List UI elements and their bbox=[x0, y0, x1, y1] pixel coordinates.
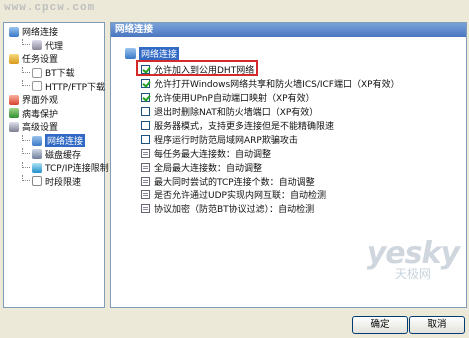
checkbox-unchecked[interactable] bbox=[141, 121, 150, 130]
option-checkbox-row[interactable]: 服务器模式，支持更多连接但是不能精确限速 bbox=[141, 119, 461, 133]
advanced-icon bbox=[9, 121, 19, 132]
option-label: 程序运行时防范局域网ARP欺骗攻击 bbox=[154, 135, 298, 146]
tree-connector bbox=[22, 134, 30, 141]
option-label: 协议加密（防范BT协议过滤）：自动检测 bbox=[154, 205, 315, 216]
tree-connector bbox=[22, 80, 30, 87]
options-root-label: 网络连接 bbox=[139, 47, 180, 60]
option-label: 退出时删除NAT和防火墙端口（XP有效） bbox=[154, 108, 319, 119]
option-label: 全局最大连接数：自动调整 bbox=[154, 163, 263, 174]
tree-item-0[interactable]: 网络连接 bbox=[6, 25, 104, 39]
tree-item-3[interactable]: BT下载 bbox=[6, 66, 104, 80]
tree-item-10[interactable]: TCP/IP连接限制 bbox=[6, 161, 109, 175]
option-setting-row[interactable]: 全局最大连接数：自动调整 bbox=[141, 160, 461, 174]
network-icon bbox=[125, 48, 136, 59]
network-icon bbox=[32, 135, 42, 146]
checkbox-unchecked[interactable] bbox=[141, 107, 150, 117]
watermark-top: www.cpcw.com bbox=[4, 2, 96, 14]
option-checkbox-row[interactable]: 程序运行时防范局域网ARP欺骗攻击 bbox=[141, 132, 461, 146]
tree-item-label: BT下载 bbox=[45, 69, 75, 80]
tree-connector bbox=[22, 161, 30, 168]
http-icon bbox=[32, 81, 42, 92]
cancel-button[interactable]: 取消 bbox=[409, 316, 465, 334]
option-label: 每任务最大连接数：自动调整 bbox=[154, 149, 272, 160]
task-icon bbox=[9, 53, 19, 64]
option-checkbox-row[interactable]: 允许使用UPnP自动端口映射（XP有效） bbox=[141, 91, 461, 105]
tree-item-6[interactable]: 病毒保护 bbox=[6, 107, 104, 121]
tree-item-label: 病毒保护 bbox=[22, 109, 59, 120]
checkbox-checked[interactable] bbox=[141, 93, 150, 103]
shield-icon bbox=[9, 108, 19, 119]
option-label: 服务器模式，支持更多连接但是不能精确限速 bbox=[154, 122, 335, 132]
options-root[interactable]: 网络连接 bbox=[125, 47, 180, 60]
option-setting-row[interactable]: 每任务最大连接数：自动调整 bbox=[141, 146, 461, 160]
tree-connector bbox=[22, 148, 30, 155]
tree-item-label: 网络连接 bbox=[45, 134, 86, 148]
tree-item-label: 时段限速 bbox=[45, 177, 82, 188]
tree-item-label: 界面外观 bbox=[22, 96, 59, 107]
tcp-icon bbox=[32, 162, 42, 173]
option-checkbox-row[interactable]: 退出时删除NAT和防火墙端口（XP有效） bbox=[141, 105, 461, 119]
settings-tree: 网络连接 代理 任务设置 BT下载 HTTP/FTP下载 界面外观 病毒保护 高级设置 网络连接… bbox=[3, 22, 109, 308]
setting-doc-icon bbox=[141, 204, 150, 214]
option-label: 是否允许通过UDP实现内网互联：自动检测 bbox=[154, 191, 326, 202]
tree-connector bbox=[22, 175, 30, 182]
option-setting-row[interactable]: 协议加密（防范BT协议过滤）：自动检测 bbox=[141, 202, 461, 216]
tree-item-label: 高级设置 bbox=[22, 123, 59, 134]
tree-item-9[interactable]: 磁盘缓存 bbox=[6, 147, 104, 161]
checkbox-checked[interactable] bbox=[141, 79, 150, 89]
clock-icon bbox=[32, 176, 42, 187]
tree-item-2[interactable]: 任务设置 bbox=[6, 52, 104, 66]
ok-button[interactable]: 确定 bbox=[352, 316, 408, 334]
setting-doc-icon bbox=[141, 148, 150, 158]
options-list: 允许加入到公用DHT网络允许打开Windows网络共享和防火墙ICS/ICF端口… bbox=[141, 63, 461, 216]
proxy-icon bbox=[32, 40, 42, 51]
tree-connector bbox=[22, 66, 30, 73]
tree-item-label: HTTP/FTP下载 bbox=[45, 82, 106, 93]
tree-item-7[interactable]: 高级设置 bbox=[6, 120, 104, 134]
tree-item-label: 代理 bbox=[45, 41, 64, 52]
appearance-icon bbox=[9, 94, 19, 105]
tree-item-4[interactable]: HTTP/FTP下载 bbox=[6, 79, 106, 93]
option-label: 允许加入到公用DHT网络 bbox=[154, 66, 255, 77]
option-setting-row[interactable]: 是否允许通过UDP实现内网互联：自动检测 bbox=[141, 188, 461, 202]
tree-item-label: TCP/IP连接限制 bbox=[45, 164, 109, 175]
option-checkbox-row[interactable]: 允许加入到公用DHT网络 bbox=[141, 63, 461, 77]
tree-item-label: 磁盘缓存 bbox=[45, 150, 82, 161]
checkbox-checked[interactable] bbox=[141, 65, 150, 75]
tree-item-label: 任务设置 bbox=[22, 55, 59, 66]
checkbox-unchecked[interactable] bbox=[141, 134, 150, 144]
option-label: 允许使用UPnP自动端口映射（XP有效） bbox=[154, 94, 315, 105]
tree-item-1[interactable]: 代理 bbox=[6, 39, 104, 53]
tree-item-8[interactable]: 网络连接 bbox=[6, 134, 104, 148]
option-label: 允许打开Windows网络共享和防火墙ICS/ICF端口（XP有效） bbox=[154, 80, 400, 91]
tree-item-11[interactable]: 时段限速 bbox=[6, 175, 104, 189]
watermark-bottom: yesky 天极网 bbox=[367, 236, 460, 282]
bt-icon bbox=[32, 67, 42, 78]
disk-icon bbox=[32, 149, 42, 160]
tree-connector bbox=[22, 39, 30, 46]
setting-doc-icon bbox=[141, 162, 150, 172]
panel-title: 网络连接 bbox=[111, 23, 466, 37]
setting-doc-icon bbox=[141, 176, 150, 186]
option-checkbox-row[interactable]: 允许打开Windows网络共享和防火墙ICS/ICF端口（XP有效） bbox=[141, 77, 461, 91]
tree-item-5[interactable]: 界面外观 bbox=[6, 93, 104, 107]
option-label: 最大同时尝试的TCP连接个数：自动调整 bbox=[154, 177, 315, 188]
network-icon bbox=[9, 26, 19, 37]
tree-item-label: 网络连接 bbox=[22, 28, 59, 39]
option-setting-row[interactable]: 最大同时尝试的TCP连接个数：自动调整 bbox=[141, 174, 461, 188]
setting-doc-icon bbox=[141, 190, 150, 200]
